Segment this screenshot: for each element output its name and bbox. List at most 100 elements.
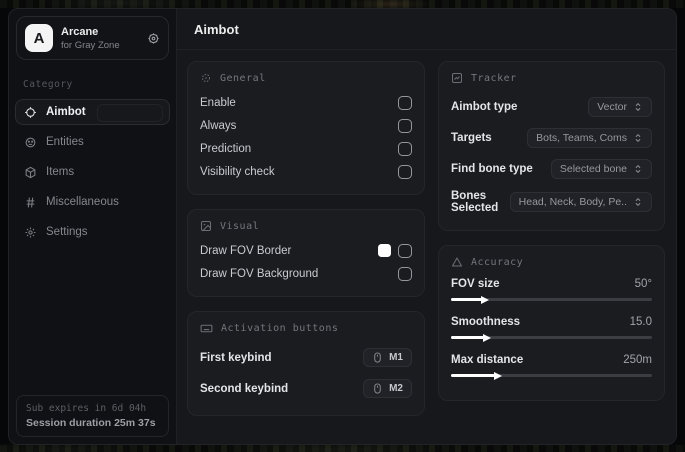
crosshair-dashed-icon	[200, 72, 212, 84]
background-texture-bottom	[0, 445, 685, 452]
general-card: General Enable Always Prediction Visibil…	[187, 61, 425, 195]
entity-icon	[24, 136, 37, 149]
visibility-check-checkbox[interactable]	[398, 164, 412, 179]
dropdown-value: Head, Neck, Body, Pe..	[518, 195, 627, 208]
content-area: General Enable Always Prediction Visibil…	[177, 50, 676, 444]
mouse-icon	[372, 352, 383, 363]
accuracy-card: Accuracy FOV size 50° Smoothness 15.0 Ma…	[438, 245, 665, 401]
fov-size-slider-group: FOV size 50°	[451, 275, 652, 313]
fov-size-slider[interactable]	[451, 295, 652, 304]
setting-label: First keybind	[200, 351, 272, 364]
activation-buttons-card: Activation buttons First keybind M1 Seco…	[187, 311, 425, 416]
tracker-card: Tracker Aimbot type Vector Targets Bots,…	[438, 61, 665, 231]
keybind-value: M1	[389, 352, 403, 363]
sidebar-item-items[interactable]: Items	[15, 159, 170, 185]
card-title: General	[220, 72, 266, 84]
keyboard-icon	[200, 322, 213, 335]
setting-label: Visibility check	[200, 165, 275, 178]
sidebar-nav: Aimbot Entities Items Miscellaneous Sett…	[9, 99, 176, 245]
sidebar-item-label: Items	[46, 166, 75, 178]
chevrons-up-down-icon	[633, 102, 643, 112]
crosshair-icon	[24, 106, 37, 119]
brand-subtitle: for Gray Zone	[61, 39, 120, 51]
chevrons-up-down-icon	[633, 164, 643, 174]
activity-icon	[451, 72, 463, 84]
visual-card: Visual Draw FOV Border Draw FOV Backgrou…	[187, 209, 425, 297]
setting-row-always: Always	[200, 114, 412, 137]
slider-value: 250m	[623, 354, 652, 366]
setting-label: Find bone type	[451, 162, 533, 175]
hash-icon	[24, 196, 37, 209]
setting-row-second-keybind: Second keybind M2	[200, 373, 412, 404]
setting-row-prediction: Prediction	[200, 137, 412, 160]
sidebar-item-settings[interactable]: Settings	[15, 219, 170, 245]
setting-row-draw-fov-background: Draw FOV Background	[200, 262, 412, 285]
first-keybind-button[interactable]: M1	[363, 348, 412, 367]
sub-expires-text: Sub expires in 6d 04h	[26, 403, 147, 414]
setting-label: Enable	[200, 96, 236, 109]
second-keybind-button[interactable]: M2	[363, 379, 412, 398]
sidebar: A Arcane for Gray Zone Category Aimbot E…	[9, 9, 177, 444]
brand-logo: A	[25, 24, 53, 52]
enable-checkbox[interactable]	[398, 95, 412, 110]
sidebar-item-label: Miscellaneous	[46, 196, 119, 208]
slider-thumb[interactable]	[483, 333, 492, 342]
sidebar-item-label: Entities	[46, 136, 84, 148]
max-distance-slider[interactable]	[451, 371, 652, 380]
max-distance-slider-group: Max distance 250m	[451, 351, 652, 389]
aimbot-type-dropdown[interactable]: Vector	[588, 96, 652, 117]
sidebar-item-aimbot[interactable]: Aimbot	[15, 99, 170, 125]
sidebar-item-miscellaneous[interactable]: Miscellaneous	[15, 189, 170, 215]
prediction-checkbox[interactable]	[398, 141, 412, 156]
card-title: Visual	[220, 220, 260, 232]
page-title: Aimbot	[194, 21, 239, 37]
triangle-icon	[451, 256, 463, 268]
always-checkbox[interactable]	[398, 118, 412, 133]
gear-icon[interactable]	[147, 32, 160, 45]
smoothness-slider[interactable]	[451, 333, 652, 342]
draw-fov-background-checkbox[interactable]	[398, 266, 412, 281]
slider-value: 50°	[634, 278, 652, 290]
left-column: General Enable Always Prediction Visibil…	[187, 61, 425, 434]
sidebar-item-entities[interactable]: Entities	[15, 129, 170, 155]
session-duration-text: Session duration 25m 37s	[26, 417, 156, 429]
sidebar-item-label: Settings	[46, 226, 88, 238]
setting-label: FOV size	[451, 278, 500, 290]
setting-label: Max distance	[451, 354, 524, 366]
brand-name: Arcane	[61, 25, 99, 38]
main-header: Aimbot	[177, 9, 676, 50]
cheat-menu-window: A Arcane for Gray Zone Category Aimbot E…	[8, 8, 677, 445]
dropdown-value: Selected bone	[559, 162, 627, 175]
setting-row-visibility-check: Visibility check	[200, 160, 412, 183]
sidebar-item-label: Aimbot	[46, 106, 86, 118]
setting-row-aimbot-type: Aimbot type Vector	[451, 91, 652, 122]
draw-fov-border-checkbox[interactable]	[398, 243, 412, 258]
card-title: Accuracy	[471, 256, 524, 268]
background-texture-top	[0, 0, 685, 8]
faint-watermark-badge	[97, 104, 163, 122]
setting-label: Aimbot type	[451, 100, 518, 113]
setting-label: Draw FOV Background	[200, 267, 319, 280]
setting-label: Smoothness	[451, 316, 521, 328]
chevrons-up-down-icon	[633, 133, 643, 143]
slider-thumb[interactable]	[494, 371, 503, 380]
slider-thumb[interactable]	[481, 295, 490, 304]
setting-label: Always	[200, 119, 237, 132]
brand-card: A Arcane for Gray Zone	[16, 16, 169, 60]
subscription-info-box: Sub expires in 6d 04h Session duration 2…	[16, 395, 169, 437]
setting-row-enable: Enable	[200, 91, 412, 114]
setting-label: Second keybind	[200, 382, 289, 395]
setting-label: Targets	[451, 131, 492, 144]
right-column: Tracker Aimbot type Vector Targets Bots,…	[438, 61, 665, 434]
setting-row-first-keybind: First keybind M1	[200, 342, 412, 373]
mouse-icon	[372, 383, 383, 394]
brand-text: Arcane for Gray Zone	[61, 26, 139, 51]
fov-border-color-swatch[interactable]	[378, 244, 391, 257]
setting-label: Draw FOV Border	[200, 244, 292, 257]
bones-selected-dropdown[interactable]: Head, Neck, Body, Pe..	[509, 191, 652, 212]
smoothness-slider-group: Smoothness 15.0	[451, 313, 652, 351]
main-panel: Aimbot General Enable Always Prediction …	[177, 9, 676, 444]
find-bone-type-dropdown[interactable]: Selected bone	[550, 158, 652, 179]
setting-label: Bones Selected	[451, 189, 499, 214]
targets-dropdown[interactable]: Bots, Teams, Coms	[527, 127, 652, 148]
